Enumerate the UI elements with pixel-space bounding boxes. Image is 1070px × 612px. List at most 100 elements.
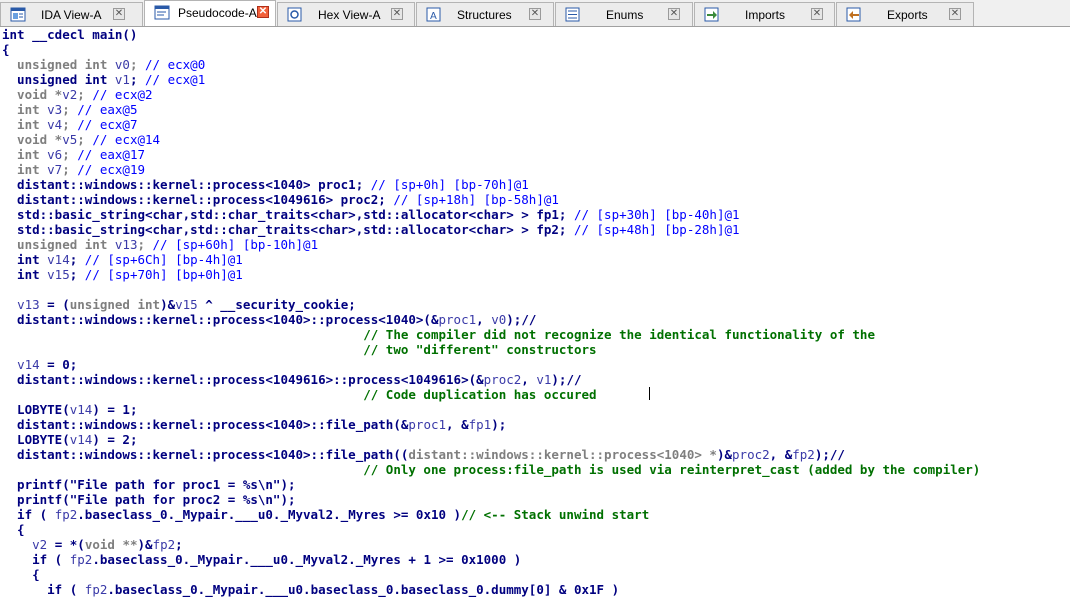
code-line[interactable]: distant::windows::kernel::process<104961… (0, 372, 1070, 387)
close-icon[interactable]: ✕ (257, 6, 269, 18)
code-line[interactable]: unsigned int v1; // ecx@1 (0, 72, 1070, 87)
code-token: v0 (114, 57, 130, 72)
code-token: ) = 2; (92, 432, 138, 447)
code-token: )& (716, 447, 733, 462)
close-icon[interactable]: ✕ (811, 8, 823, 20)
code-token: { (2, 42, 10, 57)
code-line[interactable]: int v14; // [sp+6Ch] [bp-4h]@1 (0, 252, 1070, 267)
code-line[interactable]: // Only one process:file_path is used vi… (0, 462, 1070, 477)
code-token: v14 (69, 432, 93, 447)
code-token: std::basic_string<char,std::char_traits<… (2, 222, 574, 237)
code-line[interactable]: v13 = (unsigned int)&v15 ^ __security_co… (0, 297, 1070, 312)
code-line[interactable]: LOBYTE(v14) = 2; (0, 432, 1070, 447)
code-token: void * (2, 87, 63, 102)
code-token: v2 (32, 537, 48, 552)
code-token: // [sp+48h] [bp-28h]@1 (573, 222, 740, 237)
code-line[interactable]: v14 = 0; (0, 357, 1070, 372)
code-line[interactable]: std::basic_string<char,std::char_traits<… (0, 222, 1070, 237)
code-token: if ( (2, 582, 85, 597)
code-token: // eax@17 (77, 147, 146, 162)
code-token: .baseclass_0._Mypair.___u0.baseclass_0.b… (107, 582, 620, 597)
code-line[interactable]: printf("File path for proc2 = %s\n"); (0, 492, 1070, 507)
code-line[interactable]: distant::windows::kernel::process<104961… (0, 192, 1070, 207)
code-token: int (2, 147, 48, 162)
code-line[interactable]: int v4; // ecx@7 (0, 117, 1070, 132)
code-line[interactable]: { (0, 567, 1070, 582)
code-line[interactable]: if ( fp2.baseclass_0._Mypair.___u0._Myva… (0, 552, 1070, 567)
code-line[interactable]: v2 = *(void **)&fp2; (0, 537, 1070, 552)
code-token: ; (62, 117, 78, 132)
code-token: ); (491, 417, 507, 432)
code-line[interactable]: if ( fp2.baseclass_0._Mypair.___u0._Myva… (0, 507, 1070, 522)
code-line[interactable]: { (0, 42, 1070, 57)
close-icon[interactable]: ✕ (113, 8, 125, 20)
code-line[interactable]: unsigned int v13; // [sp+60h] [bp-10h]@1 (0, 237, 1070, 252)
code-token: ; (69, 267, 85, 282)
tab-structures[interactable]: A Structures ✕ (416, 2, 554, 26)
close-icon[interactable]: ✕ (949, 8, 961, 20)
code-token: ; (62, 102, 78, 117)
code-line[interactable]: { (0, 522, 1070, 537)
code-line[interactable]: if ( fp2.baseclass_0._Mypair.___u0.basec… (0, 582, 1070, 597)
code-line[interactable]: int v3; // eax@5 (0, 102, 1070, 117)
code-token: v1 (536, 372, 552, 387)
code-line[interactable] (0, 282, 1070, 297)
pseudocode-icon (154, 5, 170, 20)
code-token: unsigned int (69, 297, 161, 312)
code-token: .baseclass_0._Mypair.___u0._Myval2._Myre… (92, 552, 522, 567)
code-token: int (2, 117, 48, 132)
close-icon[interactable]: ✕ (668, 8, 680, 20)
code-line[interactable]: printf("File path for proc1 = %s\n"); (0, 477, 1070, 492)
close-icon[interactable]: ✕ (529, 8, 541, 20)
code-token: ; (77, 132, 93, 147)
code-token: ; (62, 162, 78, 177)
code-line[interactable]: int v15; // [sp+70h] [bp+0h]@1 (0, 267, 1070, 282)
tab-enums[interactable]: Enums ✕ (555, 2, 693, 26)
code-token: v13 (17, 297, 40, 312)
code-line[interactable]: // two "different" constructors (0, 342, 1070, 357)
code-line[interactable]: distant::windows::kernel::process<1040>:… (0, 312, 1070, 327)
code-token: LOBYTE( (2, 432, 70, 447)
close-icon[interactable]: ✕ (391, 8, 403, 20)
code-token: fp2 (54, 507, 78, 522)
code-line[interactable]: std::basic_string<char,std::char_traits<… (0, 207, 1070, 222)
ida-view-icon (10, 7, 26, 22)
code-line[interactable]: int v7; // ecx@19 (0, 162, 1070, 177)
tab-ida-view-a[interactable]: IDA View-A ✕ (0, 2, 143, 26)
tab-label: Pseudocode-A (178, 6, 257, 20)
code-token: distant::windows::kernel::process<1040>:… (2, 312, 439, 327)
code-token: proc1 (438, 312, 477, 327)
code-line[interactable]: int v6; // eax@17 (0, 147, 1070, 162)
code-line[interactable]: LOBYTE(v14) = 1; (0, 402, 1070, 417)
code-token: // [sp+0h] [bp-70h]@1 (370, 177, 529, 192)
code-token: );// (506, 312, 537, 327)
tab-imports[interactable]: Imports ✕ (694, 2, 835, 26)
tab-bar: IDA View-A ✕ Pseudocode-A ✕ Hex View-A ✕ A Stru… (0, 0, 1070, 27)
code-line[interactable]: distant::windows::kernel::process<1040> … (0, 177, 1070, 192)
code-token: = 0; (39, 357, 78, 372)
code-token: v14 (69, 402, 93, 417)
imports-icon (704, 7, 720, 22)
pseudocode-view[interactable]: int __cdecl main(){ unsigned int v0; // … (0, 27, 1070, 612)
tab-exports[interactable]: Exports ✕ (836, 2, 974, 26)
code-line[interactable]: void *v5; // ecx@14 (0, 132, 1070, 147)
code-token: int __cdecl main() (2, 27, 138, 42)
code-line[interactable]: distant::windows::kernel::process<1040>:… (0, 447, 1070, 462)
tab-pseudocode-a[interactable]: Pseudocode-A ✕ (144, 0, 276, 26)
code-line[interactable]: distant::windows::kernel::process<1040>:… (0, 417, 1070, 432)
code-token: int (2, 102, 48, 117)
code-token: std::basic_string<char,std::char_traits<… (2, 207, 574, 222)
code-token: proc1 (408, 417, 447, 432)
code-line[interactable]: // The compiler did not recognize the id… (0, 327, 1070, 342)
code-token: ^ __security_cookie; (197, 297, 356, 312)
code-token: LOBYTE( (2, 402, 70, 417)
code-line[interactable]: // Code duplication has occured (0, 387, 1070, 402)
code-line[interactable]: unsigned int v0; // ecx@0 (0, 57, 1070, 72)
tab-hex-view-a[interactable]: Hex View-A ✕ (277, 2, 415, 26)
code-token: ; (62, 147, 78, 162)
code-line[interactable]: int __cdecl main() (0, 27, 1070, 42)
code-token: ; (77, 87, 93, 102)
code-line[interactable]: void *v2; // ecx@2 (0, 87, 1070, 102)
